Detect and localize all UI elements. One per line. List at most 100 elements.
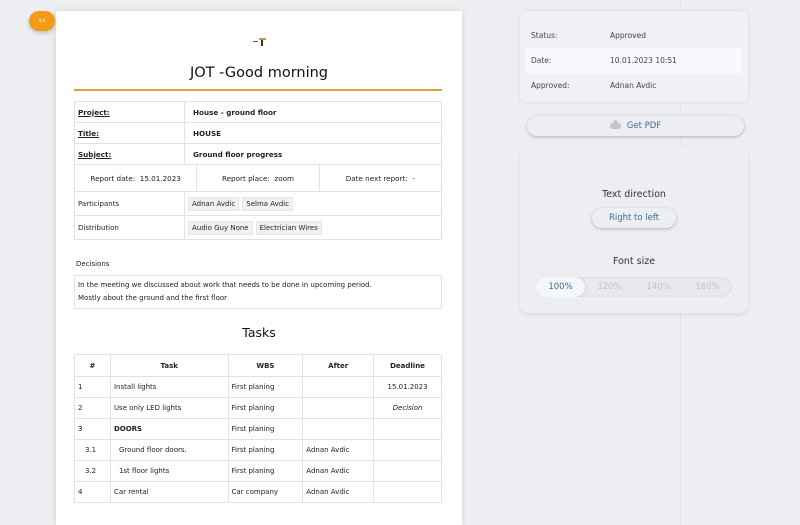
tasks-table: # Task WBS After Deadline 1 Install ligh… bbox=[74, 354, 442, 503]
title-divider bbox=[74, 89, 442, 91]
task-name: Ground floor doors. bbox=[109, 439, 229, 461]
company-logo-icon bbox=[253, 38, 267, 46]
participant-tag: Selma Avdic bbox=[242, 196, 294, 211]
display-settings-panel: Text direction Right to left Font size 1… bbox=[520, 147, 748, 313]
report-place-value: zoom bbox=[274, 173, 294, 183]
font-size-option-100[interactable]: 100% bbox=[536, 277, 585, 297]
task-wbs: First planing bbox=[227, 439, 304, 461]
table-row: 2 Use only LED lights First planing Deci… bbox=[74, 397, 442, 419]
distribution-tag: Audio Guy None bbox=[188, 220, 253, 235]
task-after bbox=[302, 397, 375, 419]
report-info-row: Report date: 15.01.2023 Report place: zo… bbox=[74, 164, 442, 192]
task-wbs: First planing bbox=[227, 460, 304, 482]
report-place-label: Report place: bbox=[221, 173, 270, 183]
column-header: After bbox=[302, 354, 375, 377]
subject-label: Subject: bbox=[74, 143, 185, 165]
back-button[interactable]: ‹‹ bbox=[29, 11, 55, 31]
task-name: DOORS bbox=[109, 418, 229, 440]
task-deadline bbox=[373, 418, 442, 440]
status-row: Status: Approved bbox=[526, 23, 742, 48]
status-value: Approved bbox=[610, 31, 646, 40]
task-number: 1 bbox=[74, 376, 111, 398]
task-after: Adnan Avdic bbox=[302, 439, 375, 461]
table-row: 3 DOORS First planing bbox=[74, 418, 442, 440]
font-size-selector: 100% 120% 140% 160% bbox=[536, 277, 732, 297]
cloud-icon bbox=[609, 120, 621, 129]
participant-tag: Adnan Avdic bbox=[188, 196, 240, 211]
document-title: JOT -Good morning bbox=[189, 65, 329, 81]
decisions-box: In the meeting we discussed about work t… bbox=[74, 275, 442, 309]
task-name: Install lights bbox=[109, 376, 229, 398]
report-date-value: 15.01.2023 bbox=[139, 173, 181, 183]
font-size-option-160[interactable]: 160% bbox=[683, 277, 732, 297]
task-after: Adnan Avdic bbox=[302, 460, 375, 482]
task-number: 3 bbox=[74, 418, 111, 440]
decisions-label: Decisions bbox=[76, 260, 110, 268]
task-wbs: First planing bbox=[227, 376, 304, 398]
approved-row: Approved: Adnan Avdic bbox=[526, 73, 742, 98]
status-card: Status: Approved Date: 10.01.2023 10:51 … bbox=[520, 11, 748, 102]
participants-list: Adnan Avdic Selma Avdic bbox=[184, 191, 442, 216]
task-deadline bbox=[373, 460, 442, 482]
project-label: Project: bbox=[74, 101, 185, 123]
table-row: 3.2 1st floor lights First planing Adnan… bbox=[74, 460, 442, 482]
task-name: Car rental bbox=[109, 481, 229, 503]
task-name: Use only LED lights bbox=[109, 397, 229, 419]
table-row: 4 Car rental Car company Adnan Avdic bbox=[74, 481, 442, 503]
task-name: 1st floor lights bbox=[109, 460, 229, 482]
column-header: # bbox=[74, 354, 111, 377]
task-after bbox=[302, 376, 375, 398]
column-header: WBS bbox=[227, 354, 304, 377]
next-report-value: - bbox=[412, 173, 415, 183]
title-value: HOUSE bbox=[184, 122, 442, 144]
right-to-left-button[interactable]: Right to left bbox=[592, 208, 676, 228]
task-after: Adnan Avdic bbox=[302, 481, 375, 503]
report-document: JOT -Good morning Project: House - groun… bbox=[56, 11, 462, 525]
approved-value: Adnan Avdic bbox=[610, 81, 657, 90]
column-header: Deadline bbox=[373, 354, 442, 377]
task-deadline: 15.01.2023 bbox=[373, 376, 442, 398]
distribution-tag: Electrician Wires bbox=[255, 220, 322, 235]
title-label: Title: bbox=[74, 122, 185, 144]
participants-label: Participants bbox=[74, 191, 185, 216]
title-row: Title: HOUSE bbox=[74, 122, 442, 144]
get-pdf-label: Get PDF bbox=[626, 121, 662, 131]
task-number: 4 bbox=[74, 481, 111, 503]
distribution-row: Distribution Audio Guy None Electrician W… bbox=[74, 215, 442, 240]
subject-value: Ground floor progress bbox=[184, 143, 442, 165]
report-meta-table: Project: House - ground floor Title: HOU… bbox=[74, 101, 442, 240]
task-wbs: First planing bbox=[227, 397, 304, 419]
date-value: 10.01.2023 10:51 bbox=[610, 56, 677, 65]
task-number: 2 bbox=[74, 397, 111, 419]
project-row: Project: House - ground floor bbox=[74, 101, 442, 123]
tasks-header-row: # Task WBS After Deadline bbox=[74, 354, 442, 377]
text-direction-label: Text direction bbox=[602, 189, 666, 200]
get-pdf-button[interactable]: Get PDF bbox=[527, 116, 744, 136]
status-label: Status: bbox=[531, 31, 558, 40]
task-deadline: Decision bbox=[373, 397, 442, 419]
task-wbs: Car company bbox=[227, 481, 304, 503]
task-number: 3.2 bbox=[74, 460, 111, 482]
tasks-title: Tasks bbox=[242, 325, 276, 340]
distribution-label: Distribution bbox=[74, 215, 185, 240]
report-date-label: Report date: bbox=[90, 173, 136, 183]
column-header: Task bbox=[109, 354, 229, 377]
font-size-label: Font size bbox=[612, 256, 656, 267]
participants-row: Participants Adnan Avdic Selma Avdic bbox=[74, 191, 442, 216]
task-deadline bbox=[373, 439, 442, 461]
approved-label: Approved: bbox=[531, 81, 570, 90]
date-label: Date: bbox=[531, 56, 552, 65]
task-wbs: First planing bbox=[227, 418, 304, 440]
table-row: 1 Install lights First planing 15.01.202… bbox=[74, 376, 442, 398]
subject-row: Subject: Ground floor progress bbox=[74, 143, 442, 165]
decisions-text-line: Mostly about the ground and the first fl… bbox=[78, 294, 228, 302]
task-deadline bbox=[373, 481, 442, 503]
project-value: House - ground floor bbox=[184, 101, 442, 123]
task-after bbox=[302, 418, 375, 440]
next-report-label: Date next report: bbox=[345, 173, 408, 183]
font-size-option-140[interactable]: 140% bbox=[634, 277, 683, 297]
distribution-list: Audio Guy None Electrician Wires bbox=[184, 215, 442, 240]
task-number: 3.1 bbox=[74, 439, 111, 461]
date-row: Date: 10.01.2023 10:51 bbox=[526, 48, 742, 73]
font-size-option-120[interactable]: 120% bbox=[585, 277, 634, 297]
